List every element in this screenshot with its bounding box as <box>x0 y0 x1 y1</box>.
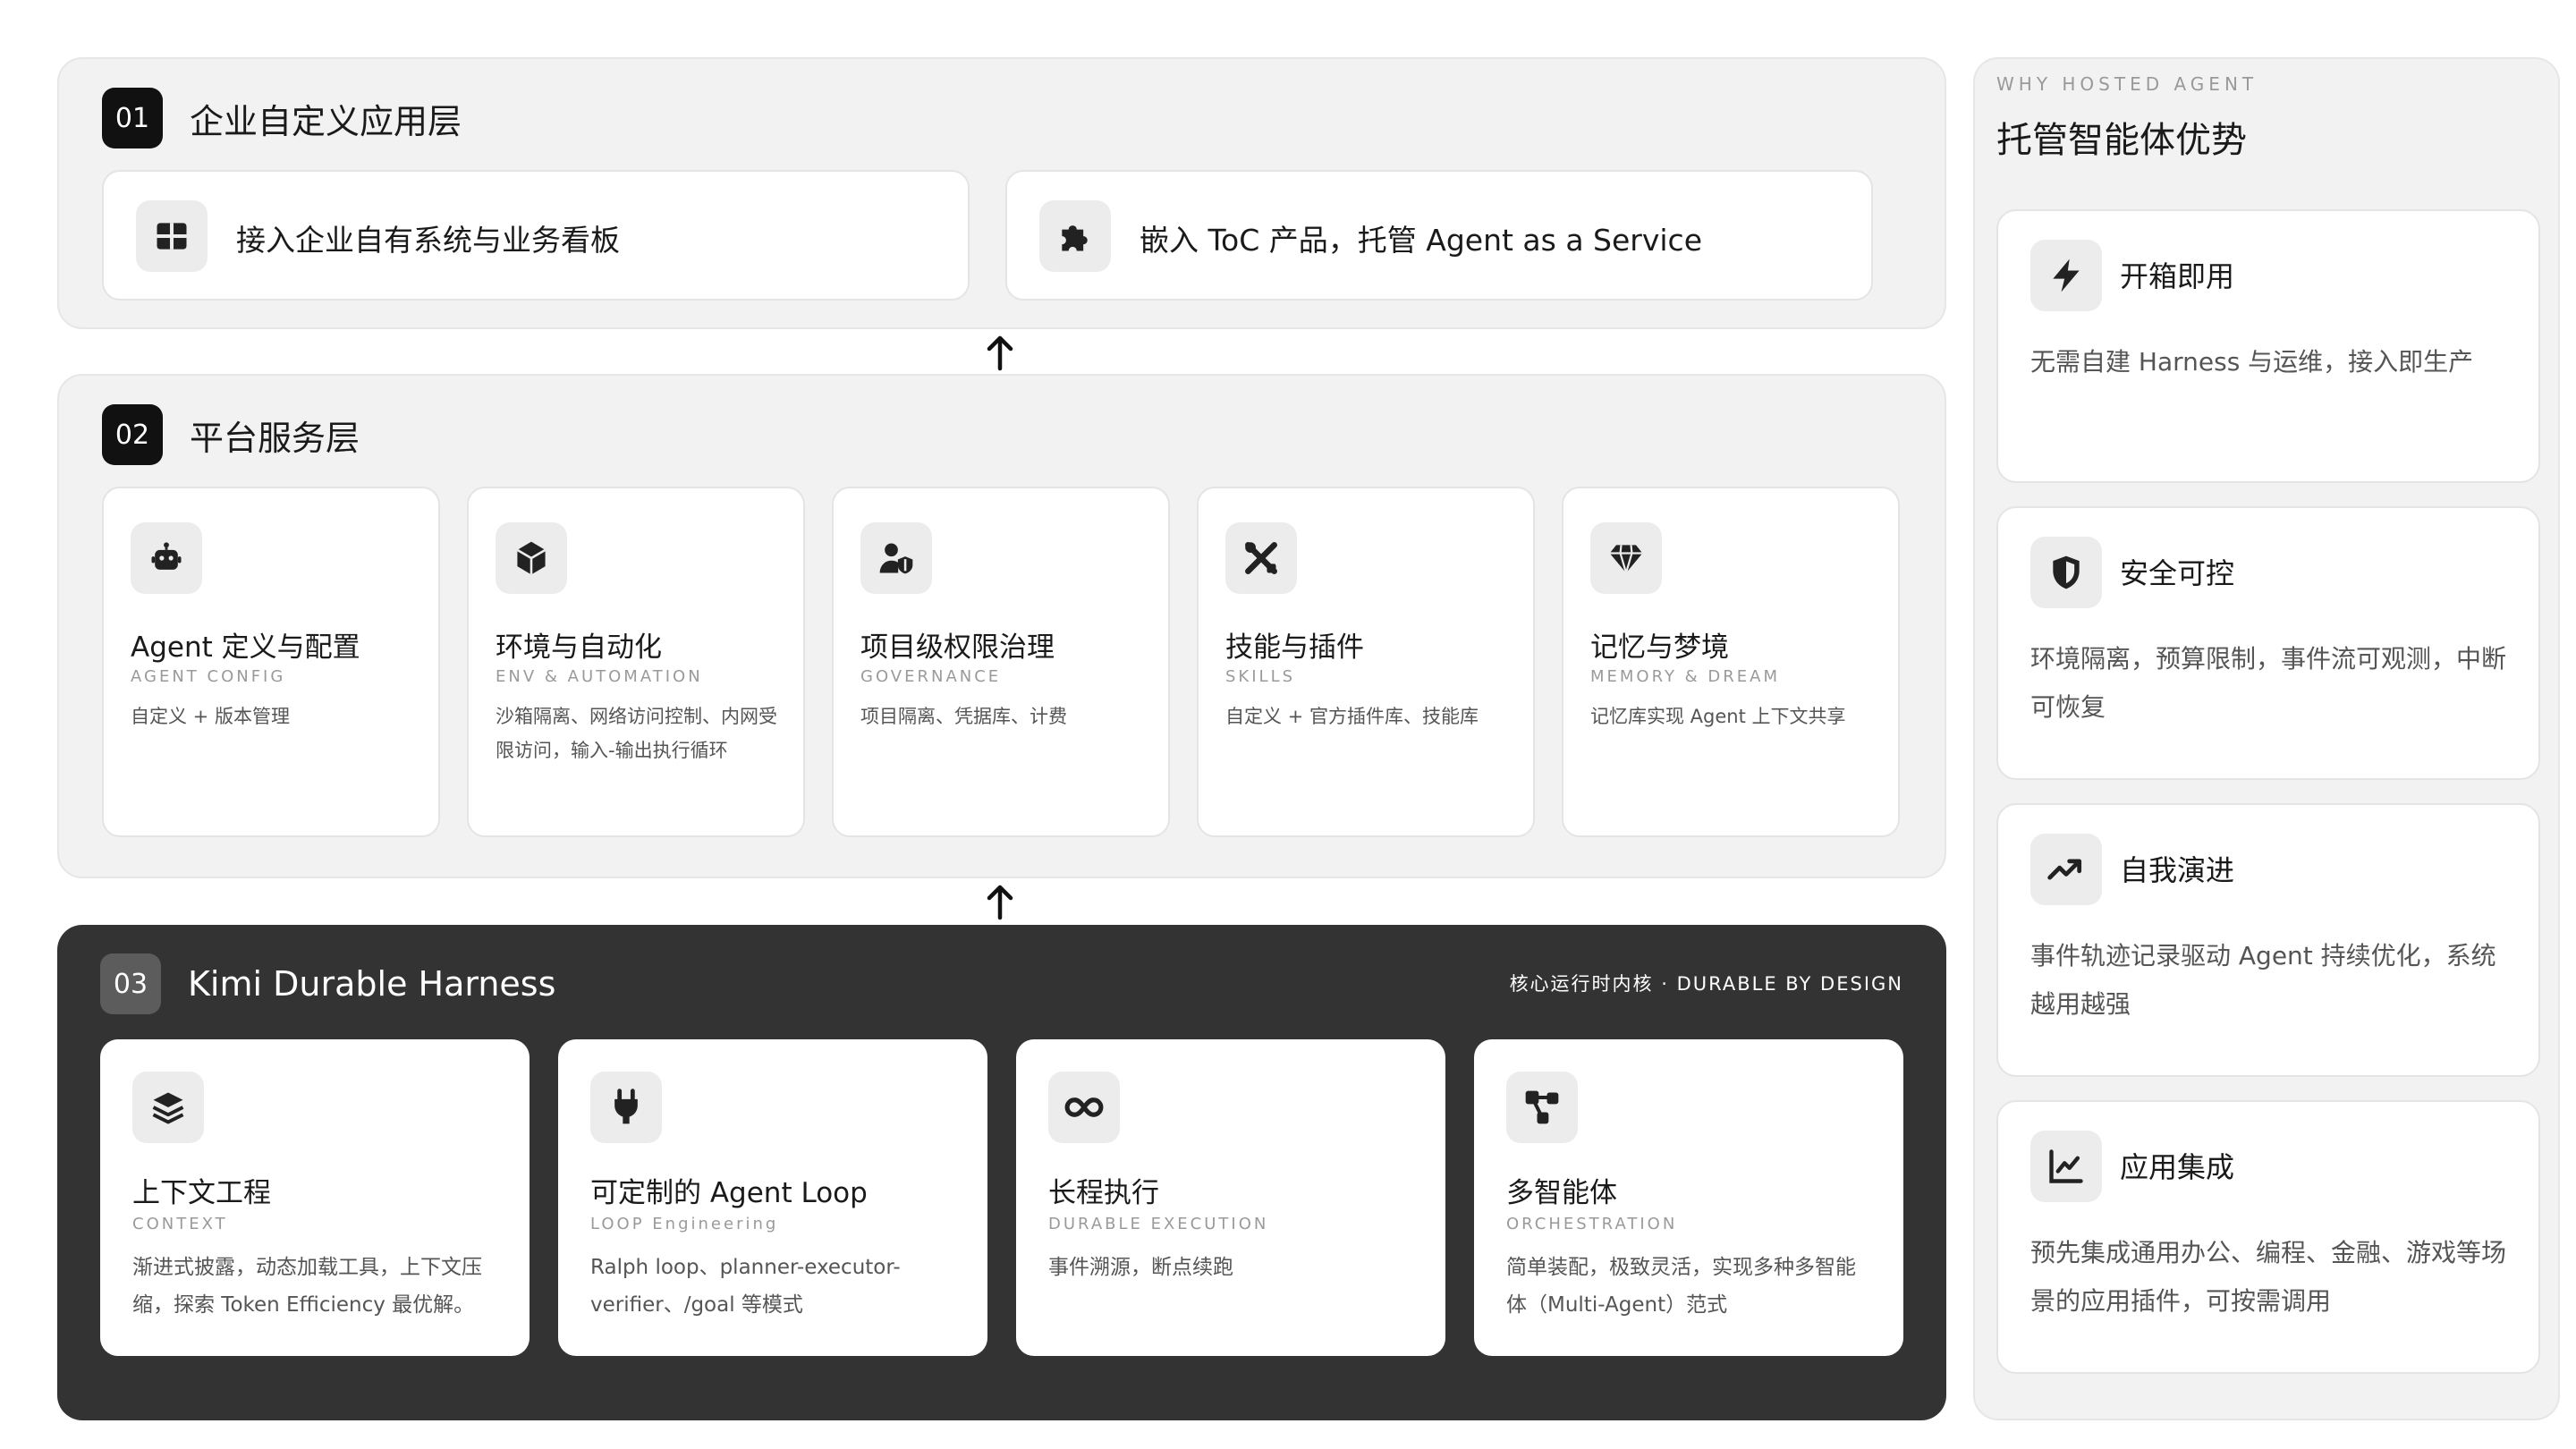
gem-icon <box>1590 522 1662 594</box>
infinity-icon <box>1048 1072 1120 1143</box>
harness-card-desc: 渐进式披露，动态加载工具，上下文压缩，探索 Token Efficiency 最… <box>132 1256 482 1317</box>
arrow-up-icon <box>987 885 1013 920</box>
layer-03-panel: 03 Kimi Durable Harness 核心运行时内核 · DURABL… <box>57 925 1946 1420</box>
app-card-label: 接入企业自有系统与业务看板 <box>236 223 620 258</box>
app-card-toc-embed[interactable]: 嵌入 ToC 产品，托管 Agent as a Service <box>1005 170 1873 301</box>
service-card-env-automation[interactable]: 环境与自动化 ENV & AUTOMATION 沙箱隔离、网络访问控制、内网受限… <box>467 487 805 837</box>
layer-02-header: 02 平台服务层 <box>102 404 360 465</box>
layer-number-badge: 02 <box>102 404 163 465</box>
harness-card-desc: 简单装配，极致灵活，实现多种多智能体（Multi-Agent）范式 <box>1506 1256 1856 1317</box>
layer-03-header: 03 Kimi Durable Harness <box>100 953 555 1014</box>
robot-icon <box>131 522 202 594</box>
cube-icon <box>496 522 567 594</box>
chart-line-icon <box>2030 1131 2102 1202</box>
service-card-subtitle: ENV & AUTOMATION <box>496 667 703 686</box>
layer-number-badge: 03 <box>100 953 161 1014</box>
service-card-subtitle: SKILLS <box>1225 667 1296 686</box>
harness-card-title: 长程执行 <box>1048 1177 1159 1209</box>
service-card-desc: 记忆库实现 Agent 上下文共享 <box>1590 706 1846 727</box>
layers-icon <box>132 1072 204 1143</box>
layer-01-header: 01 企业自定义应用层 <box>102 88 462 148</box>
layer-title: 平台服务层 <box>190 418 360 458</box>
service-card-title: 环境与自动化 <box>496 631 662 664</box>
advantage-card-out-of-box[interactable]: 开箱即用 无需自建 Harness 与运维，接入即生产 <box>1996 209 2540 483</box>
layer-01-panel: 01 企业自定义应用层 接入企业自有系统与业务看板 嵌入 ToC 产品，托管 A… <box>57 57 1946 329</box>
service-card-title: 技能与插件 <box>1225 631 1364 664</box>
advantages-title: 托管智能体优势 <box>1996 120 2247 161</box>
harness-tagline: 核心运行时内核 · DURABLE BY DESIGN <box>1509 973 1903 995</box>
advantage-desc: 环境隔离，预算限制，事件流可观测，中断可恢复 <box>2030 644 2507 722</box>
app-card-enterprise-systems[interactable]: 接入企业自有系统与业务看板 <box>102 170 970 301</box>
puzzle-icon <box>1039 200 1111 272</box>
harness-card-title: 可定制的 Agent Loop <box>590 1177 868 1209</box>
service-card-subtitle: MEMORY & DREAM <box>1590 667 1781 686</box>
layer-number-badge: 01 <box>102 88 163 148</box>
service-card-title: 项目级权限治理 <box>860 631 1055 664</box>
service-card-memory-dream[interactable]: 记忆与梦境 MEMORY & DREAM 记忆库实现 Agent 上下文共享 <box>1562 487 1900 837</box>
service-card-subtitle: AGENT CONFIG <box>131 667 286 686</box>
grid-icon <box>136 200 208 272</box>
service-card-desc: 项目隔离、凭据库、计费 <box>860 706 1067 727</box>
harness-card-subtitle: DURABLE EXECUTION <box>1048 1215 1269 1233</box>
layer-title: 企业自定义应用层 <box>190 101 462 141</box>
advantage-title: 自我演进 <box>2120 853 2235 887</box>
bolt-icon <box>2030 240 2102 311</box>
advantages-panel: WHY HOSTED AGENT 托管智能体优势 开箱即用 无需自建 Harne… <box>1973 57 2560 1420</box>
advantage-title: 开箱即用 <box>2120 259 2235 293</box>
advantages-kicker: WHY HOSTED AGENT <box>1996 73 2258 95</box>
advantage-card-self-evolving[interactable]: 自我演进 事件轨迹记录驱动 Agent 持续优化，系统越用越强 <box>1996 803 2540 1077</box>
harness-card-context[interactable]: 上下文工程 CONTEXT 渐进式披露，动态加载工具，上下文压缩，探索 Toke… <box>100 1039 530 1356</box>
trend-up-icon <box>2030 834 2102 905</box>
harness-card-subtitle: LOOP Engineering <box>590 1215 779 1233</box>
user-shield-icon <box>860 522 932 594</box>
app-card-label: 嵌入 ToC 产品，托管 Agent as a Service <box>1140 223 1702 258</box>
service-card-subtitle: GOVERNANCE <box>860 667 1002 686</box>
layer-title: Kimi Durable Harness <box>188 964 556 1004</box>
layer-02-panel: 02 平台服务层 Agent 定义与配置 AGENT CONFIG 自定义 + … <box>57 374 1946 878</box>
harness-card-subtitle: CONTEXT <box>132 1215 228 1233</box>
service-card-desc: 自定义 + 版本管理 <box>131 706 290 727</box>
service-card-title: 记忆与梦境 <box>1590 631 1729 664</box>
harness-card-title: 多智能体 <box>1506 1177 1617 1209</box>
service-card-governance[interactable]: 项目级权限治理 GOVERNANCE 项目隔离、凭据库、计费 <box>832 487 1170 837</box>
advantage-card-secure[interactable]: 安全可控 环境隔离，预算限制，事件流可观测，中断可恢复 <box>1996 506 2540 780</box>
plug-icon <box>590 1072 662 1143</box>
service-card-skills[interactable]: 技能与插件 SKILLS 自定义 + 官方插件库、技能库 <box>1197 487 1535 837</box>
service-card-desc: 自定义 + 官方插件库、技能库 <box>1225 706 1479 727</box>
service-card-title: Agent 定义与配置 <box>131 631 360 664</box>
network-icon <box>1506 1072 1578 1143</box>
advantage-desc: 事件轨迹记录驱动 Agent 持续优化，系统越用越强 <box>2030 941 2496 1019</box>
service-card-desc: 沙箱隔离、网络访问控制、内网受限访问，输入-输出执行循环 <box>496 706 777 761</box>
advantage-desc: 预先集成通用办公、编程、金融、游戏等场景的应用插件，可按需调用 <box>2030 1238 2507 1316</box>
shield-icon <box>2030 537 2102 608</box>
harness-card-desc: 事件溯源，断点续跑 <box>1048 1256 1233 1279</box>
harness-card-subtitle: ORCHESTRATION <box>1506 1215 1678 1233</box>
harness-card-orchestration[interactable]: 多智能体 ORCHESTRATION 简单装配，极致灵活，实现多种多智能体（Mu… <box>1474 1039 1903 1356</box>
advantage-card-app-integration[interactable]: 应用集成 预先集成通用办公、编程、金融、游戏等场景的应用插件，可按需调用 <box>1996 1100 2540 1374</box>
harness-card-title: 上下文工程 <box>132 1177 271 1209</box>
arrow-up-icon <box>987 335 1013 371</box>
tools-icon <box>1225 522 1297 594</box>
harness-card-durable-execution[interactable]: 长程执行 DURABLE EXECUTION 事件溯源，断点续跑 <box>1016 1039 1445 1356</box>
harness-card-desc: Ralph loop、planner-executor-verifier、/go… <box>590 1256 901 1317</box>
service-card-agent-config[interactable]: Agent 定义与配置 AGENT CONFIG 自定义 + 版本管理 <box>102 487 440 837</box>
advantage-title: 应用集成 <box>2120 1150 2235 1184</box>
advantage-desc: 无需自建 Harness 与运维，接入即生产 <box>2030 347 2474 377</box>
harness-card-agent-loop[interactable]: 可定制的 Agent Loop LOOP Engineering Ralph l… <box>558 1039 987 1356</box>
advantage-title: 安全可控 <box>2120 556 2235 590</box>
